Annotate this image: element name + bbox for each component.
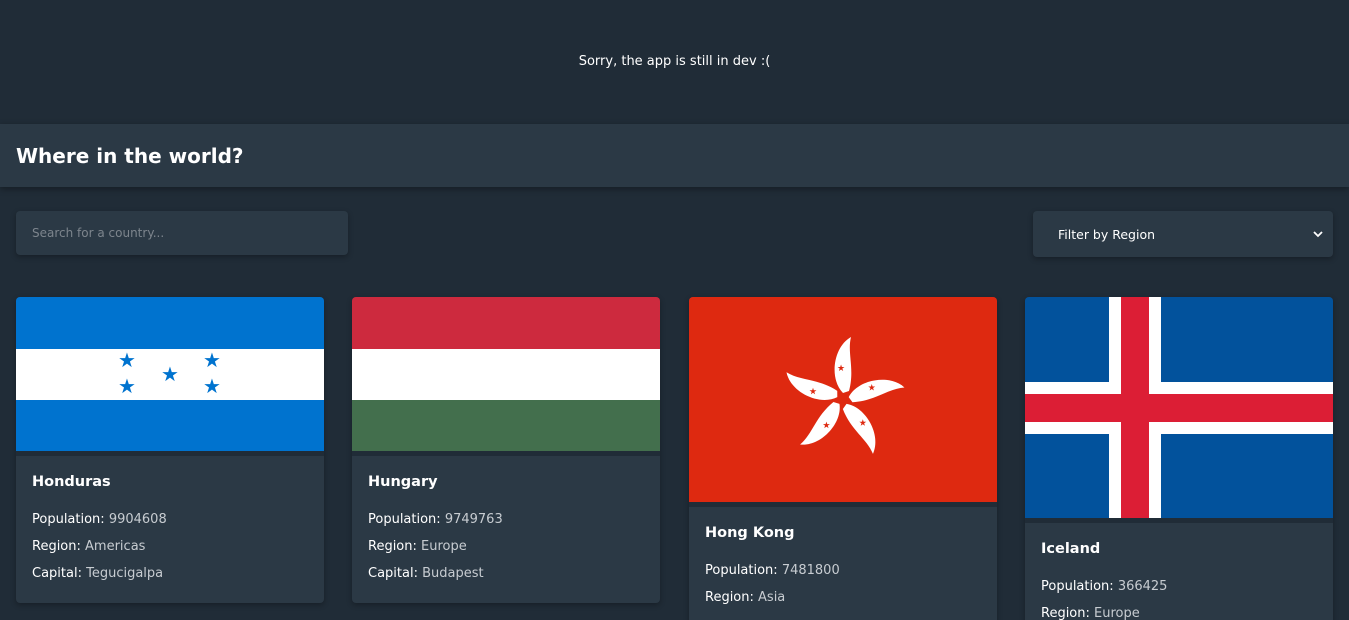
iceland-flag — [1025, 297, 1333, 518]
chevron-down-icon — [1311, 227, 1325, 241]
hong-kong-flag: ★ ★ ★ ★ ★ — [689, 297, 997, 502]
population-value: 9904608 — [108, 512, 167, 527]
svg-text:★: ★ — [203, 374, 221, 398]
region-value: Americas — [85, 539, 146, 554]
country-name: Honduras — [32, 474, 111, 490]
population-row: Population: 9749763 — [368, 512, 503, 527]
country-info: Hong Kong Population: 7481800 Region: As… — [689, 507, 997, 620]
country-card-iceland[interactable]: Iceland Population: 366425 Region: Europ… — [1025, 297, 1333, 620]
country-info: Iceland Population: 366425 Region: Europ… — [1025, 523, 1333, 620]
country-info: Hungary Population: 9749763 Region: Euro… — [352, 456, 660, 603]
country-card-honduras[interactable]: ★ ★ ★ ★ ★ Honduras Population: 9904608 R… — [16, 297, 324, 603]
country-name: Hungary — [368, 474, 438, 490]
country-name: Iceland — [1041, 541, 1101, 557]
capital-value: Tegucigalpa — [86, 566, 164, 581]
population-value: 366425 — [1117, 579, 1168, 594]
region-row: Region: Americas — [32, 539, 146, 554]
search-box[interactable] — [16, 211, 348, 255]
hungary-flag — [352, 297, 660, 451]
region-row: Region: Europe — [1041, 606, 1140, 620]
population-row: Population: 9904608 — [32, 512, 167, 527]
country-card-hong-kong[interactable]: ★ ★ ★ ★ ★ Hong Kong Population: 7481800 … — [689, 297, 997, 620]
svg-text:★: ★ — [118, 348, 136, 372]
country-info: Honduras Population: 9904608 Region: Ame… — [16, 456, 324, 603]
search-input[interactable] — [32, 211, 348, 255]
country-name: Hong Kong — [705, 525, 795, 541]
svg-text:★: ★ — [837, 364, 845, 374]
dev-notice-text: Sorry, the app is still in dev :( — [578, 53, 771, 69]
svg-text:★: ★ — [161, 362, 179, 386]
region-value: Europe — [421, 539, 467, 554]
honduras-flag: ★ ★ ★ ★ ★ — [16, 297, 324, 451]
region-row: Region: Asia — [705, 590, 786, 605]
app-header: Where in the world? — [0, 124, 1349, 187]
population-row: Population: 7481800 — [705, 563, 840, 578]
svg-text:★: ★ — [203, 348, 221, 372]
region-value: Asia — [758, 590, 786, 605]
capital-row: Capital: Tegucigalpa — [32, 566, 164, 581]
population-value: 7481800 — [781, 563, 840, 578]
population-value: 9749763 — [444, 512, 503, 527]
capital-row: Capital: Budapest — [368, 566, 484, 581]
region-row: Region: Europe — [368, 539, 467, 554]
region-filter-label: Filter by Region — [1058, 226, 1156, 242]
country-card-hungary[interactable]: Hungary Population: 9749763 Region: Euro… — [352, 297, 660, 603]
page-title: Where in the world? — [16, 143, 244, 168]
region-filter-select[interactable]: Filter by Region — [1033, 211, 1333, 257]
controls-bar: Filter by Region — [0, 187, 1349, 297]
svg-text:★: ★ — [118, 374, 136, 398]
dev-notice: Sorry, the app is still in dev :( — [0, 0, 1349, 124]
population-row: Population: 366425 — [1041, 579, 1168, 594]
region-value: Europe — [1094, 606, 1140, 620]
capital-value: Budapest — [422, 566, 484, 581]
